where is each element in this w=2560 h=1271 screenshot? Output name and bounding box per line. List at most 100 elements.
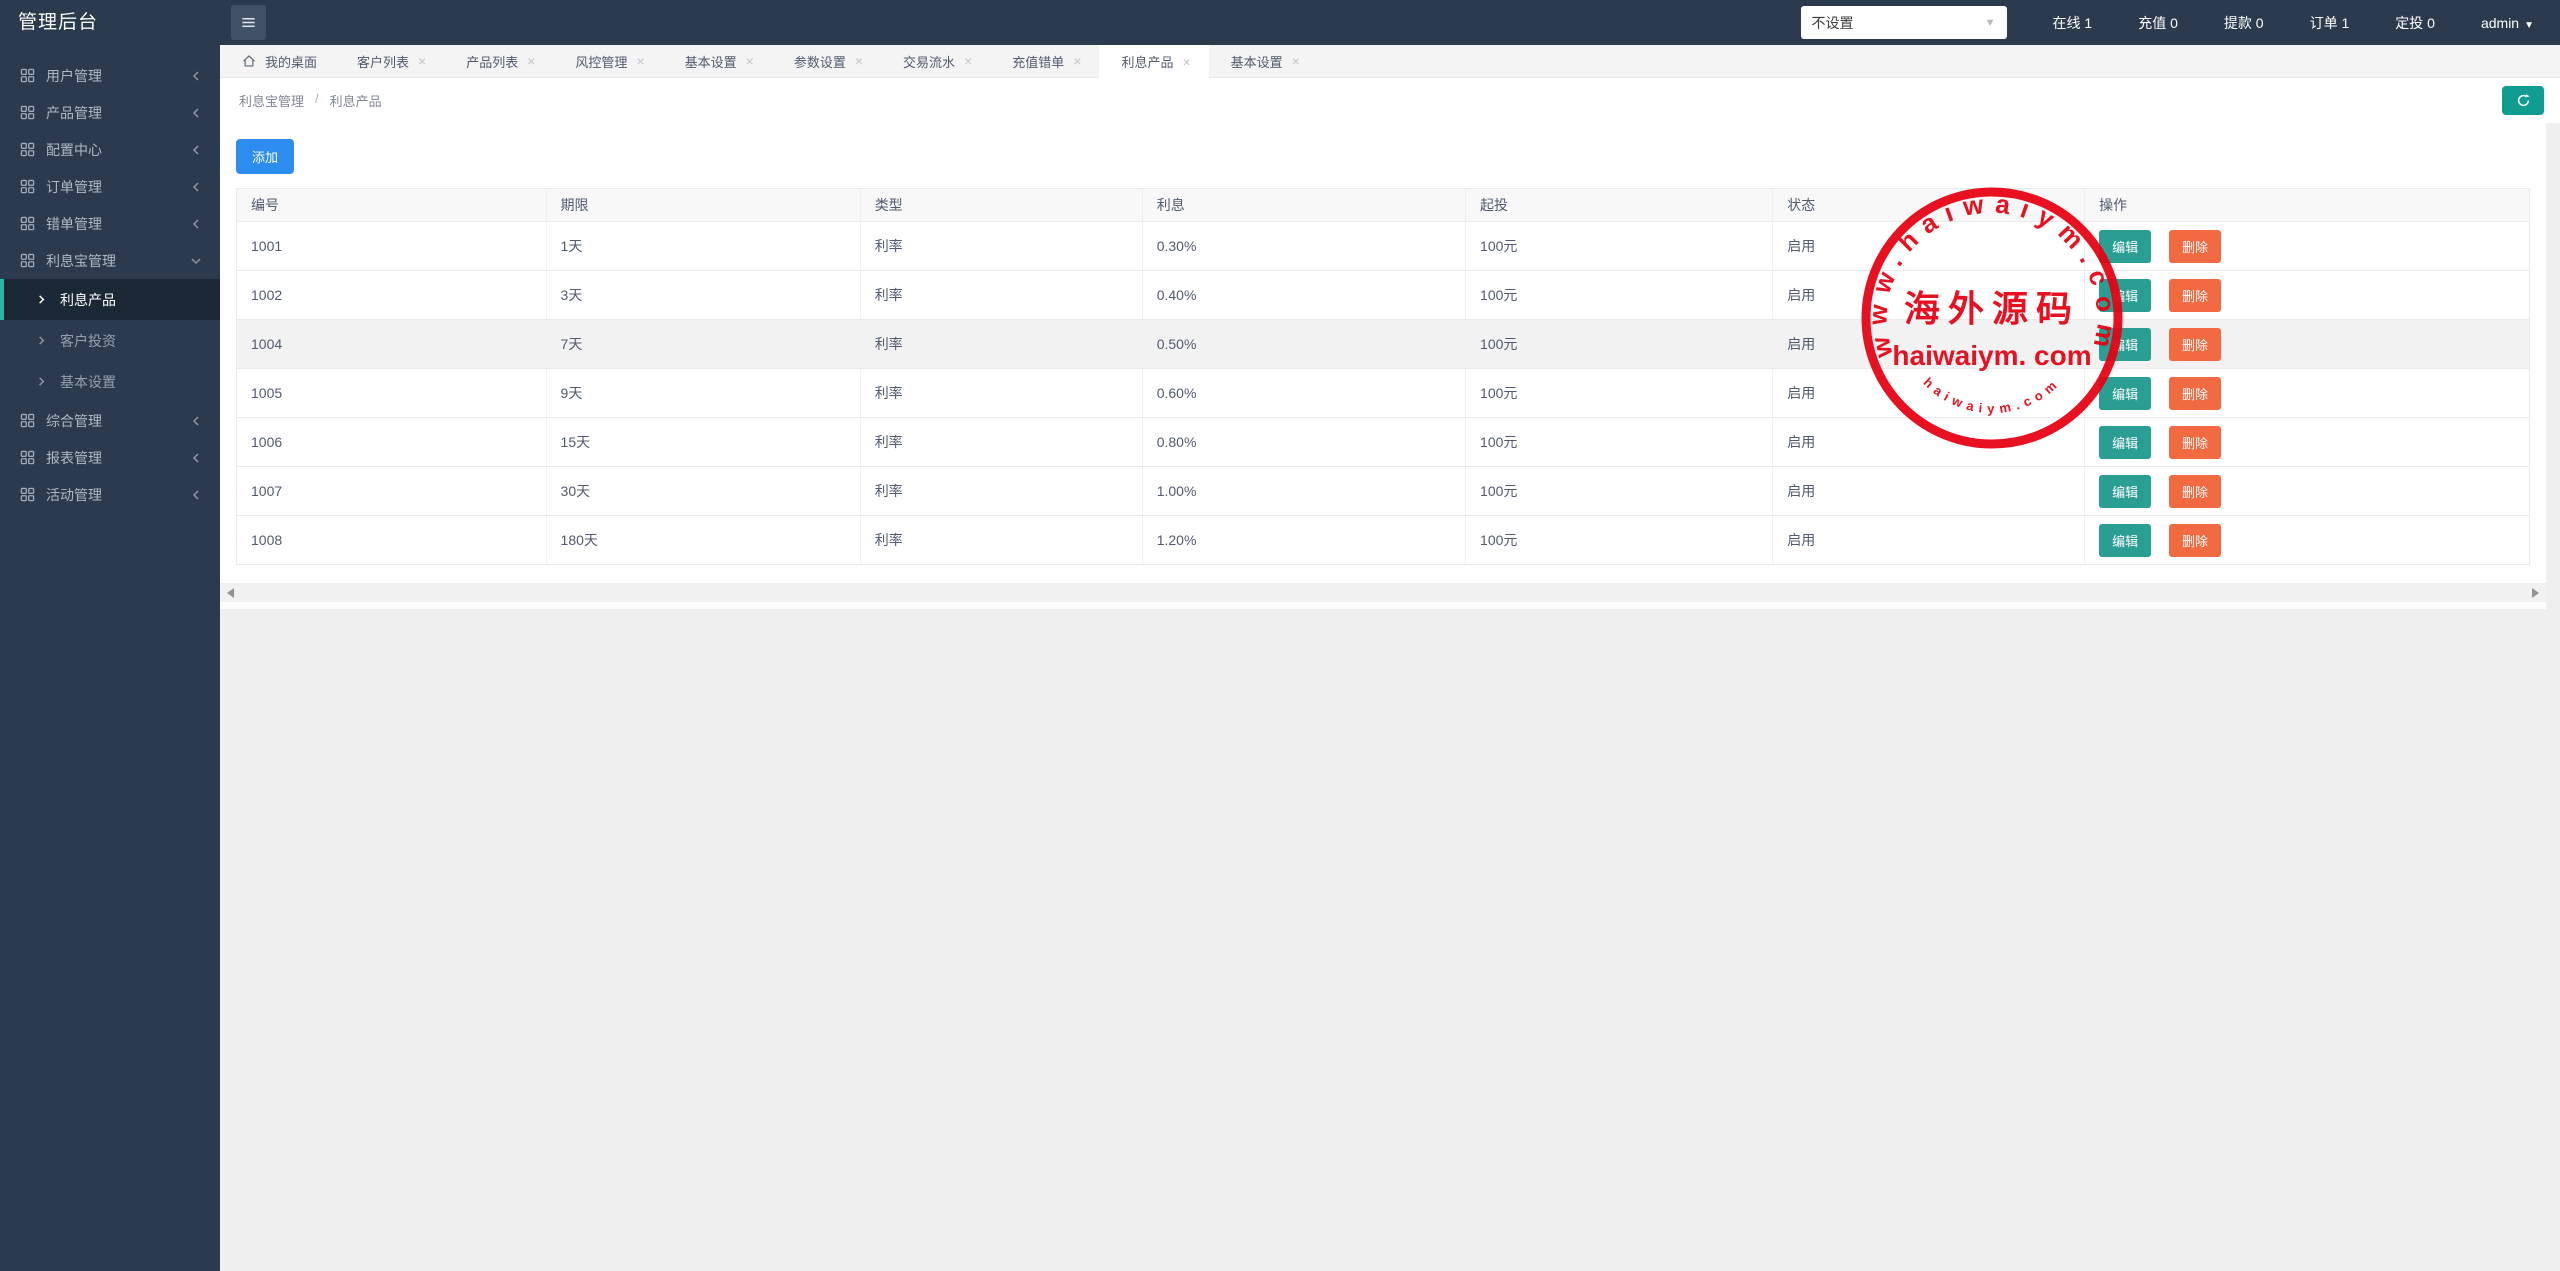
tab-基本设置[interactable]: 基本设置 × [1209, 45, 1318, 77]
cell-min: 100元 [1466, 516, 1773, 565]
sidebar-subitem-利息产品[interactable]: 利息产品 [0, 279, 220, 320]
user-menu[interactable]: admin▼ [2481, 15, 2534, 31]
chevron-left-icon [190, 144, 202, 156]
user-name: admin [2481, 15, 2519, 31]
tab-充值错单[interactable]: 充值错单 × [990, 45, 1099, 77]
cell-id: 1002 [237, 271, 547, 320]
close-icon[interactable]: × [636, 54, 644, 68]
edit-button[interactable]: 编辑 [2099, 524, 2151, 557]
cell-term: 180天 [546, 516, 860, 565]
tab-风控管理[interactable]: 风控管理 × [553, 45, 662, 77]
admin-layout: 管理后台 用户管理 产品管理 [0, 0, 2560, 1271]
cell-actions: 编辑 删除 [2085, 222, 2530, 271]
delete-button[interactable]: 删除 [2169, 524, 2221, 557]
scroll-right-arrow-icon[interactable] [2532, 588, 2539, 598]
sidebar-item-利息宝管理[interactable]: 利息宝管理 [0, 242, 220, 279]
breadcrumb: 利息宝管理 / 利息产品 [239, 91, 382, 110]
edit-button[interactable]: 编辑 [2099, 377, 2151, 410]
header-stat[interactable]: 提款 0 [2224, 13, 2264, 33]
sidebar-item-活动管理[interactable]: 活动管理 [0, 476, 220, 513]
header-stat[interactable]: 在线 1 [2053, 13, 2093, 33]
tab-利息产品[interactable]: 利息产品 × [1099, 45, 1208, 78]
sidebar-item-label: 配置中心 [46, 140, 190, 160]
edit-button[interactable]: 编辑 [2099, 426, 2151, 459]
sidebar-item-配置中心[interactable]: 配置中心 [0, 131, 220, 168]
close-icon[interactable]: × [1182, 55, 1190, 69]
close-icon[interactable]: × [746, 54, 754, 68]
sidebar-item-综合管理[interactable]: 综合管理 [0, 402, 220, 439]
grid-icon [20, 413, 35, 428]
edit-button[interactable]: 编辑 [2099, 328, 2151, 361]
sidebar-item-报表管理[interactable]: 报表管理 [0, 439, 220, 476]
sidebar-subitem-基本设置[interactable]: 基本设置 [0, 361, 220, 402]
close-icon[interactable]: × [855, 54, 863, 68]
scroll-left-arrow-icon[interactable] [227, 588, 234, 598]
column-header-操作: 操作 [2085, 189, 2530, 222]
top-header: 不设置 ▼ 在线 1 充值 0 提款 0 订单 1 定投 0 admin▼ [220, 0, 2560, 45]
cell-rate: 1.20% [1142, 516, 1465, 565]
table-card: 添加 编号期限类型利息起投状态操作 1001 1天 利率 0.30% 100元 … [220, 123, 2546, 583]
tab-产品列表[interactable]: 产品列表 × [444, 45, 553, 77]
cell-term: 30天 [546, 467, 860, 516]
filter-select-value: 不设置 [1812, 13, 1854, 33]
delete-button[interactable]: 删除 [2169, 475, 2221, 508]
table-body: 1001 1天 利率 0.30% 100元 启用 编辑 删除 1002 3天 利… [237, 222, 2530, 565]
horizontal-scrollbar[interactable] [220, 585, 2546, 602]
add-button[interactable]: 添加 [236, 139, 294, 174]
header-stat[interactable]: 定投 0 [2395, 13, 2435, 33]
sidebar-item-错单管理[interactable]: 错单管理 [0, 205, 220, 242]
tab-交易流水[interactable]: 交易流水 × [881, 45, 990, 77]
sidebar-subitem-客户投资[interactable]: 客户投资 [0, 320, 220, 361]
card-bottom-strip [220, 602, 2546, 609]
edit-button[interactable]: 编辑 [2099, 279, 2151, 312]
chevron-left-icon [190, 452, 202, 464]
cell-rate: 0.30% [1142, 222, 1465, 271]
chevron-left-icon [190, 415, 202, 427]
edit-button[interactable]: 编辑 [2099, 230, 2151, 263]
delete-button[interactable]: 删除 [2169, 328, 2221, 361]
delete-button[interactable]: 删除 [2169, 377, 2221, 410]
cell-min: 100元 [1466, 467, 1773, 516]
breadcrumb-item[interactable]: 利息宝管理 [239, 91, 304, 110]
delete-button[interactable]: 删除 [2169, 426, 2221, 459]
sidebar-subitem-label: 利息产品 [60, 290, 116, 310]
edit-button[interactable]: 编辑 [2099, 475, 2151, 508]
close-icon[interactable]: × [527, 54, 535, 68]
sidebar: 管理后台 用户管理 产品管理 [0, 0, 220, 1271]
tab-参数设置[interactable]: 参数设置 × [772, 45, 881, 77]
filter-select[interactable]: 不设置 ▼ [1801, 6, 2007, 39]
tab-我的桌面[interactable]: 我的桌面 [220, 45, 335, 77]
close-icon[interactable]: × [1073, 54, 1081, 68]
grid-icon [20, 487, 35, 502]
header-stat[interactable]: 订单 1 [2310, 13, 2350, 33]
breadcrumb-item[interactable]: 利息产品 [330, 91, 382, 110]
header-stat[interactable]: 充值 0 [2138, 13, 2178, 33]
cell-term: 7天 [546, 320, 860, 369]
cell-actions: 编辑 删除 [2085, 271, 2530, 320]
sidebar-subitem-label: 基本设置 [60, 372, 116, 392]
cell-type: 利率 [860, 369, 1142, 418]
sidebar-item-label: 利息宝管理 [46, 251, 190, 271]
tab-基本设置[interactable]: 基本设置 × [663, 45, 772, 77]
sidebar-item-订单管理[interactable]: 订单管理 [0, 168, 220, 205]
close-icon[interactable]: × [418, 54, 426, 68]
delete-button[interactable]: 删除 [2169, 230, 2221, 263]
column-header-利息: 利息 [1142, 189, 1465, 222]
sidebar-item-用户管理[interactable]: 用户管理 [0, 57, 220, 94]
cell-min: 100元 [1466, 369, 1773, 418]
refresh-button[interactable] [2502, 86, 2544, 115]
cell-rate: 0.60% [1142, 369, 1465, 418]
home-icon [242, 54, 256, 68]
tab-label: 我的桌面 [265, 52, 317, 71]
close-icon[interactable]: × [1292, 54, 1300, 68]
sidebar-item-产品管理[interactable]: 产品管理 [0, 94, 220, 131]
cell-actions: 编辑 删除 [2085, 516, 2530, 565]
tab-客户列表[interactable]: 客户列表 × [335, 45, 444, 77]
cell-type: 利率 [860, 222, 1142, 271]
content-area: 添加 编号期限类型利息起投状态操作 1001 1天 利率 0.30% 100元 … [220, 123, 2560, 1271]
delete-button[interactable]: 删除 [2169, 279, 2221, 312]
hamburger-menu-icon[interactable] [231, 5, 266, 40]
grid-icon [20, 68, 35, 83]
sidebar-item-label: 综合管理 [46, 411, 190, 431]
close-icon[interactable]: × [964, 54, 972, 68]
